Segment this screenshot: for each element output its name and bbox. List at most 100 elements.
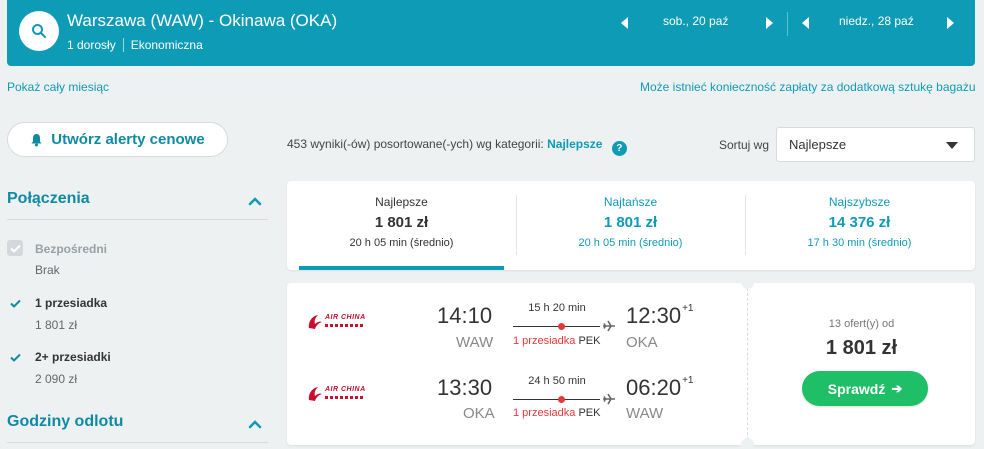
leg2-duration: 24 h 50 min — [528, 375, 586, 387]
sort-tabs: Najlepsze 1 801 zł 20 h 05 min (średnio)… — [287, 181, 975, 270]
sort-label: Sortuj wg — [719, 138, 770, 152]
search-icon — [32, 24, 46, 38]
tab-best-name: Najlepsze — [375, 195, 428, 209]
passengers-label: 1 dorosły — [67, 38, 116, 52]
chevron-up-icon[interactable] — [248, 419, 262, 429]
leg2-departure-time: 13:30 — [437, 375, 493, 400]
tab-best-time: 20 h 05 min (średnio) — [349, 237, 454, 249]
result-card[interactable]: AIR CHINA 14:10 WAW 15 h 20 min 1 przesi… — [287, 276, 975, 449]
return-next-arrow-icon[interactable] — [947, 17, 954, 29]
tab-cheapest-time: 20 h 05 min (średnio) — [578, 237, 683, 249]
leg2-arrival-time: 06:20+1 — [626, 375, 693, 401]
airline-name: AIR CHINA — [325, 386, 366, 393]
ticket-notch — [741, 438, 754, 449]
search-header: Warszawa (WAW) - Okinawa (OKA) 1 dorosły… — [7, 0, 975, 66]
caret-down-icon — [946, 142, 958, 149]
tab-fastest-name: Najszybsze — [828, 195, 891, 209]
baggage-notice-link[interactable]: Może istnieć konieczność zapłaty za doda… — [640, 80, 976, 94]
chevron-up-icon[interactable] — [248, 196, 262, 206]
plane-icon — [603, 393, 615, 405]
leg2-arrival-airport: WAW — [626, 405, 664, 422]
create-price-alert-button[interactable]: Utwórz alerty cenowe — [7, 122, 228, 157]
leg1-arrival-airport: OKA — [626, 334, 658, 351]
offers-count: 13 ofert(y) od — [828, 318, 895, 330]
leg1-route-line — [513, 326, 600, 327]
leg2-arrival-time-value: 06:20 — [626, 375, 682, 400]
check-offer-button[interactable]: Sprawdź ➔ — [802, 371, 928, 406]
trip-details[interactable]: 1 dorosły Ekonomiczna — [67, 38, 203, 52]
two-plus-stops-option-price: 2 090 zł — [35, 372, 78, 386]
tab-best-price: 1 801 zł — [374, 214, 429, 231]
direct-checkbox[interactable] — [7, 240, 23, 256]
departure-next-arrow-icon[interactable] — [766, 17, 773, 29]
leg2-departure-airport: OKA — [463, 405, 495, 422]
checkmark-icon — [9, 299, 21, 308]
one-stop-checkbox[interactable] — [7, 295, 23, 311]
one-stop-option-label: 1 przesiadka — [35, 296, 108, 310]
results-category: Najlepsze — [547, 137, 603, 151]
help-icon[interactable]: ? — [611, 141, 627, 156]
section-divider — [7, 442, 268, 443]
tab-cheapest-name: Najtańsze — [603, 195, 658, 209]
tab-fastest[interactable]: Najszybsze 14 376 zł 17 h 30 min (średni… — [745, 181, 974, 270]
tab-best[interactable]: Najlepsze 1 801 zł 20 h 05 min (średnio) — [287, 181, 516, 270]
leg1-arrival-time: 12:30+1 — [626, 303, 693, 329]
meta-separator — [122, 38, 124, 52]
active-tab-indicator — [299, 266, 504, 270]
results-count-text: 453 wyniki(-ów) posortowane(-ych) wg kat… — [287, 137, 544, 151]
connections-section-title[interactable]: Połączenia — [7, 190, 90, 208]
leg1-stops-count: 1 przesiadka — [513, 335, 576, 347]
checkmark-icon — [9, 244, 21, 253]
leg1-departure-time: 14:10 — [437, 303, 493, 328]
return-date[interactable]: niedz., 28 paź — [839, 14, 914, 28]
results-count: 453 wyniki(-ów) posortowane(-ych) wg kat… — [287, 137, 627, 156]
create-price-alert-label: Utwórz alerty cenowe — [51, 131, 205, 148]
direct-option-label: Bezpośredni — [35, 242, 108, 256]
section-divider — [7, 219, 268, 220]
tab-cheapest[interactable]: Najtańsze 1 801 zł 20 h 05 min (średnio) — [516, 181, 745, 270]
return-prev-arrow-icon[interactable] — [802, 17, 809, 29]
departure-prev-arrow-icon[interactable] — [621, 17, 628, 29]
leg1-duration: 15 h 20 min — [528, 302, 586, 314]
leg1-via-airport: PEK — [578, 335, 601, 347]
phoenix-icon — [308, 387, 322, 401]
cabin-label: Ekonomiczna — [130, 38, 203, 52]
one-stop-option-price: 1 801 zł — [35, 318, 78, 332]
leg1-arrival-time-value: 12:30 — [626, 303, 682, 328]
checkmark-icon — [9, 353, 21, 362]
direct-option-price: Brak — [35, 263, 60, 277]
sort-select-value: Najlepsze — [789, 137, 847, 152]
air-china-logo: AIR CHINA — [306, 313, 366, 333]
ticket-notch — [741, 276, 754, 289]
show-month-link[interactable]: Pokaż cały miesiąc — [7, 80, 109, 94]
phoenix-icon — [308, 315, 322, 329]
date-divider — [787, 12, 788, 36]
leg1-stop-dot — [558, 323, 565, 330]
tab-cheapest-price: 1 801 zł — [603, 214, 658, 231]
leg2-route-line — [513, 399, 600, 400]
bell-icon — [31, 133, 42, 146]
airline-name: AIR CHINA — [325, 314, 366, 321]
plane-icon — [603, 320, 615, 332]
departure-date[interactable]: sob., 20 paź — [663, 14, 728, 28]
check-offer-label: Sprawdź — [827, 380, 886, 397]
card-divider — [747, 283, 748, 445]
airline-subtitle-graphic — [325, 324, 363, 327]
leg2-stop-dot — [558, 396, 565, 403]
two-plus-stops-checkbox[interactable] — [7, 349, 23, 365]
tab-fastest-time: 17 h 30 min (średnio) — [807, 237, 912, 249]
airline-subtitle-graphic — [325, 396, 363, 399]
leg2-stops: 1 przesiadka PEK — [513, 407, 600, 419]
departure-times-section-title[interactable]: Godziny odlotu — [7, 413, 123, 431]
tab-fastest-price: 14 376 zł — [828, 214, 891, 231]
leg1-day-offset: +1 — [682, 303, 694, 314]
air-china-logo: AIR CHINA — [306, 385, 366, 405]
route-title[interactable]: Warszawa (WAW) - Okinawa (OKA) — [67, 11, 337, 31]
two-plus-stops-option-label: 2+ przesiadki — [35, 350, 111, 364]
search-button[interactable] — [19, 11, 59, 51]
leg1-departure-airport: WAW — [456, 334, 494, 351]
leg2-via-airport: PEK — [578, 407, 601, 419]
leg1-stops: 1 przesiadka PEK — [513, 335, 600, 347]
arrow-right-icon: ➔ — [891, 380, 903, 396]
sort-select[interactable]: Najlepsze — [776, 127, 975, 162]
